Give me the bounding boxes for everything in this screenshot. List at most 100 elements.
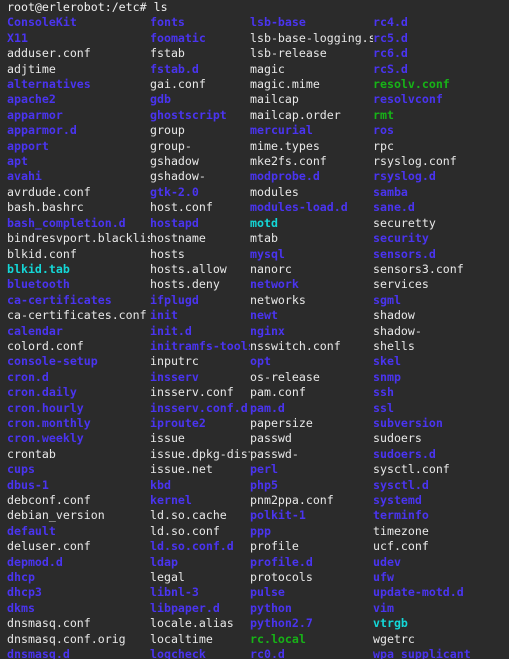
listing-entry-file[interactable]: dnsmasq.conf.orig <box>7 632 150 647</box>
listing-entry-dir[interactable]: hostapd <box>150 216 250 231</box>
listing-entry-file[interactable]: mtab <box>250 231 373 246</box>
listing-entry-dir[interactable]: X11 <box>7 31 150 46</box>
listing-entry-file[interactable]: lsb-base-logging.sh <box>250 31 373 46</box>
listing-entry-file[interactable]: passwd <box>250 431 373 446</box>
listing-entry-dir[interactable]: sudoers.d <box>373 447 509 462</box>
listing-entry-dir[interactable]: profile.d <box>250 555 373 570</box>
listing-entry-dir[interactable]: samba <box>373 185 509 200</box>
listing-entry-link[interactable]: blkid.tab <box>7 262 150 277</box>
listing-entry-dir[interactable]: mysql <box>250 247 373 262</box>
listing-entry-file[interactable]: lsb-release <box>250 46 373 61</box>
listing-entry-dir[interactable]: systemd <box>373 493 509 508</box>
listing-entry-dir[interactable]: ConsoleKit <box>7 15 150 30</box>
listing-entry-dir[interactable]: opt <box>250 354 373 369</box>
listing-entry-dir[interactable]: insserv <box>150 370 250 385</box>
listing-entry-file[interactable]: gshadow- <box>150 169 250 184</box>
listing-entry-file[interactable]: ld.so.conf <box>150 524 250 539</box>
listing-entry-exec[interactable]: rc.local <box>250 632 373 647</box>
listing-entry-dir[interactable]: sensors.d <box>373 247 509 262</box>
listing-entry-dir[interactable]: wpa_supplicant <box>373 647 509 659</box>
listing-entry-dir[interactable]: polkit-1 <box>250 508 373 523</box>
listing-entry-dir[interactable]: rsyslog.d <box>373 169 509 184</box>
listing-entry-dir[interactable]: alternatives <box>7 77 150 92</box>
listing-entry-file[interactable]: ucf.conf <box>373 539 509 554</box>
listing-entry-dir[interactable]: sysctl.d <box>373 478 509 493</box>
listing-entry-file[interactable]: bash.bashrc <box>7 200 150 215</box>
listing-entry-file[interactable]: pnm2ppa.conf <box>250 493 373 508</box>
listing-entry-dir[interactable]: php5 <box>250 478 373 493</box>
listing-entry-dir[interactable]: ldap <box>150 555 250 570</box>
listing-entry-dir[interactable]: newt <box>250 308 373 323</box>
listing-entry-dir[interactable]: dkms <box>7 601 150 616</box>
listing-entry-file[interactable]: shadow- <box>373 324 509 339</box>
listing-entry-dir[interactable]: pam.d <box>250 401 373 416</box>
listing-entry-dir[interactable]: kernel <box>150 493 250 508</box>
listing-entry-file[interactable]: rsyslog.conf <box>373 154 509 169</box>
listing-entry-dir[interactable]: rc4.d <box>373 15 509 30</box>
listing-entry-dir[interactable]: network <box>250 277 373 292</box>
listing-entry-file[interactable]: mime.types <box>250 139 373 154</box>
listing-entry-dir[interactable]: apparmor.d <box>7 123 150 138</box>
listing-entry-dir[interactable]: python <box>250 601 373 616</box>
listing-entry-dir[interactable]: cron.monthly <box>7 416 150 431</box>
listing-entry-file[interactable]: mailcap <box>250 92 373 107</box>
listing-entry-dir[interactable]: ufw <box>373 570 509 585</box>
listing-entry-dir[interactable]: update-motd.d <box>373 585 509 600</box>
listing-entry-file[interactable]: protocols <box>250 570 373 585</box>
listing-entry-dir[interactable]: cups <box>7 462 150 477</box>
listing-entry-dir[interactable]: cron.hourly <box>7 401 150 416</box>
listing-entry-file[interactable]: sysctl.conf <box>373 462 509 477</box>
listing-entry-file[interactable]: debian_version <box>7 508 150 523</box>
listing-entry-file[interactable]: adduser.conf <box>7 46 150 61</box>
listing-entry-dir[interactable]: terminfo <box>373 508 509 523</box>
listing-entry-dir[interactable]: apache2 <box>7 92 150 107</box>
listing-entry-file[interactable]: crontab <box>7 447 150 462</box>
listing-entry-file[interactable]: pam.conf <box>250 385 373 400</box>
listing-entry-file[interactable]: ld.so.cache <box>150 508 250 523</box>
listing-entry-file[interactable]: blkid.conf <box>7 247 150 262</box>
listing-entry-file[interactable]: avrdude.conf <box>7 185 150 200</box>
listing-entry-dir[interactable]: nginx <box>250 324 373 339</box>
listing-entry-dir[interactable]: udev <box>373 555 509 570</box>
listing-entry-dir[interactable]: fstab.d <box>150 62 250 77</box>
listing-entry-dir[interactable]: gtk-2.0 <box>150 185 250 200</box>
listing-entry-dir[interactable]: rc6.d <box>373 46 509 61</box>
listing-entry-file[interactable]: fstab <box>150 46 250 61</box>
listing-entry-file[interactable]: deluser.conf <box>7 539 150 554</box>
listing-entry-file[interactable]: timezone <box>373 524 509 539</box>
listing-entry-file[interactable]: mke2fs.conf <box>250 154 373 169</box>
listing-entry-file[interactable]: bindresvport.blacklist <box>7 231 150 246</box>
listing-entry-file[interactable]: debconf.conf <box>7 493 150 508</box>
listing-entry-file[interactable]: inputrc <box>150 354 250 369</box>
listing-entry-file[interactable]: nanorc <box>250 262 373 277</box>
listing-entry-file[interactable]: mailcap.order <box>250 108 373 123</box>
listing-entry-file[interactable]: gshadow <box>150 154 250 169</box>
listing-entry-dir[interactable]: iproute2 <box>150 416 250 431</box>
listing-entry-dir[interactable]: pulse <box>250 585 373 600</box>
listing-entry-dir[interactable]: fonts <box>150 15 250 30</box>
listing-entry-dir[interactable]: modules-load.d <box>250 200 373 215</box>
listing-entry-dir[interactable]: default <box>7 524 150 539</box>
listing-entry-dir[interactable]: mercurial <box>250 123 373 138</box>
listing-entry-file[interactable]: magic.mime <box>250 77 373 92</box>
listing-entry-dir[interactable]: apparmor <box>7 108 150 123</box>
listing-entry-link[interactable]: vtrgb <box>373 616 509 631</box>
listing-entry-file[interactable]: shells <box>373 339 509 354</box>
listing-entry-dir[interactable]: ppp <box>250 524 373 539</box>
listing-entry-dir[interactable]: modprobe.d <box>250 169 373 184</box>
listing-entry-dir[interactable]: ld.so.conf.d <box>150 539 250 554</box>
listing-entry-dir[interactable]: ssh <box>373 385 509 400</box>
listing-entry-file[interactable]: hosts <box>150 247 250 262</box>
listing-entry-file[interactable]: issue.dpkg-dist <box>150 447 250 462</box>
listing-entry-dir[interactable]: ros <box>373 123 509 138</box>
listing-entry-dir[interactable]: cron.d <box>7 370 150 385</box>
listing-entry-dir[interactable]: sgml <box>373 293 509 308</box>
listing-entry-dir[interactable]: ghostscript <box>150 108 250 123</box>
listing-entry-dir[interactable]: ca-certificates <box>7 293 150 308</box>
listing-entry-dir[interactable]: cron.daily <box>7 385 150 400</box>
listing-entry-dir[interactable]: kbd <box>150 478 250 493</box>
listing-entry-link[interactable]: motd <box>250 216 373 231</box>
listing-entry-dir[interactable]: security <box>373 231 509 246</box>
listing-entry-dir[interactable]: apport <box>7 139 150 154</box>
listing-entry-dir[interactable]: lsb-base <box>250 15 373 30</box>
